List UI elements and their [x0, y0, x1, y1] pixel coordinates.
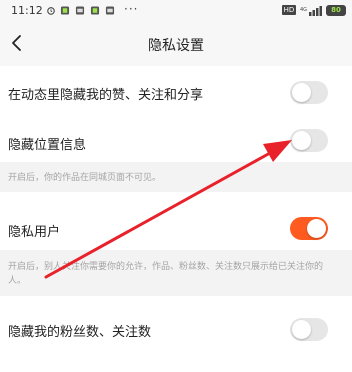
mail-notification-icon: [105, 6, 115, 15]
private-user-hint: 开启后，别人关注你需要你的允许，作品、粉丝数、关注数只展示给已关注你的人。: [0, 250, 352, 296]
page-title: 隐私设置: [148, 38, 204, 54]
setting-label: 隐私用户: [8, 225, 61, 240]
toggle-knob: [292, 83, 311, 102]
message-notification-icon: [90, 6, 100, 15]
battery-icon: 80: [326, 5, 346, 16]
status-bar: 11:12 ··· HD 4G 80: [0, 0, 352, 22]
private-user-toggle[interactable]: [290, 217, 328, 240]
gallery-notification-icon: [75, 6, 85, 15]
setting-hide-location: 隐藏位置信息: [0, 120, 352, 162]
toggle-knob: [307, 219, 326, 238]
hint-text: 开启后，别人关注你需要你的允许，作品、粉丝数、关注数只展示给已关注你的人。: [8, 262, 324, 286]
nav-bar: 隐私设置: [0, 22, 352, 66]
hint-text: 开启后，你的作品在同城页面不可见。: [8, 173, 162, 183]
toggle-knob: [292, 131, 311, 150]
page-bottom-area: [0, 344, 352, 372]
hide-location-hint: 开启后，你的作品在同城页面不可见。: [0, 162, 352, 192]
setting-private-user: 隐私用户: [0, 208, 352, 250]
hd-voice-icon: HD: [282, 5, 296, 15]
status-time: 11:12: [11, 4, 43, 17]
app-notification-icon: [60, 6, 70, 15]
setting-hide-likes-follows-shares: 在动态里隐藏我的赞、关注和分享: [0, 66, 352, 120]
setting-label: 隐藏位置信息: [8, 138, 87, 153]
hide-location-toggle[interactable]: [290, 129, 328, 152]
setting-label: 隐藏我的粉丝数、关注数: [8, 325, 152, 340]
toggle-knob: [292, 320, 311, 339]
more-notifications-indicator: ···: [124, 2, 139, 16]
alarm-icon: [47, 7, 55, 15]
signal-icon: 4G: [300, 6, 322, 16]
setting-label: 在动态里隐藏我的赞、关注和分享: [8, 88, 204, 103]
hide-likes-follows-shares-toggle[interactable]: [290, 81, 328, 104]
hide-follower-counts-toggle[interactable]: [290, 318, 328, 341]
svg-text:4G: 4G: [300, 7, 307, 13]
